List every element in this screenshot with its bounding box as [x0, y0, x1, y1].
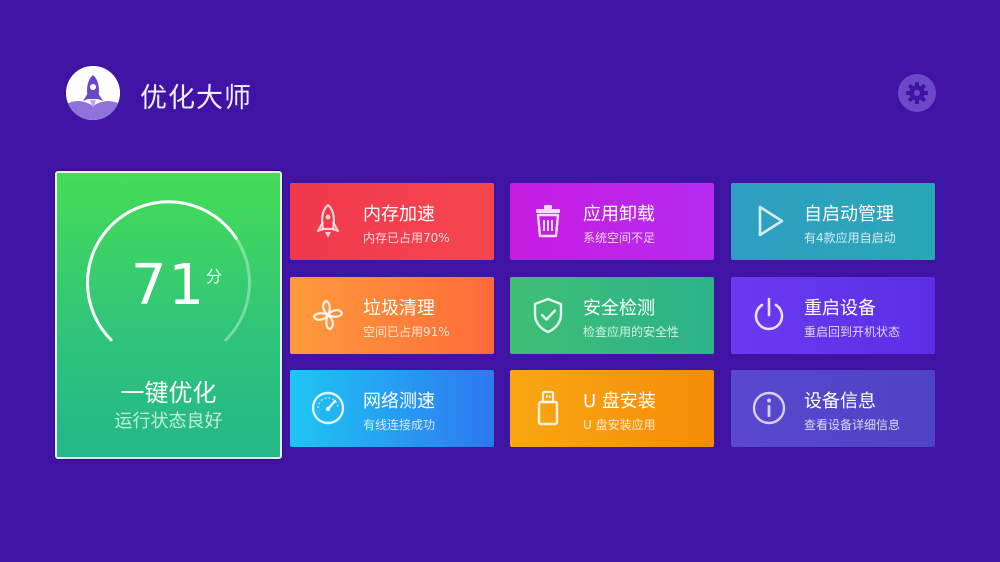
tile-rocket[interactable]: 内存加速内存已占用70%	[290, 183, 494, 260]
tile-fan[interactable]: 垃圾清理空间已占用91%	[290, 277, 494, 354]
tile-title: 自启动管理	[804, 204, 894, 225]
rocket-icon	[66, 66, 120, 120]
tile-usb-drive[interactable]: U 盘安装 U 盘安装应用	[510, 370, 714, 447]
power-icon	[748, 294, 790, 336]
tile-speedometer[interactable]: 网络测速有线连接成功	[290, 370, 494, 447]
tile-play[interactable]: 自启动管理有4款应用自启动	[731, 183, 935, 260]
tile-power[interactable]: 重启设备重启回到开机状态	[731, 277, 935, 354]
tile-title: 设备信息	[804, 391, 876, 412]
usb-drive-icon	[527, 387, 569, 429]
trash-icon	[527, 200, 569, 242]
gear-icon	[906, 82, 928, 104]
optimize-title: 一键优化	[120, 379, 217, 407]
tile-title: 网络测速	[363, 391, 435, 412]
one-click-optimize-card[interactable]: 71 分 一键优化 运行状态良好	[55, 171, 282, 459]
tile-title: 安全检测	[583, 298, 655, 319]
shield-check-icon	[527, 294, 569, 336]
settings-button[interactable]	[898, 74, 936, 112]
tile-subtitle: 内存已占用70%	[363, 231, 450, 245]
tile-subtitle: 查看设备详细信息	[804, 418, 901, 432]
tile-title: 垃圾清理	[363, 298, 435, 319]
score-unit: 分	[206, 267, 223, 286]
tile-subtitle: 有4款应用自启动	[804, 231, 896, 245]
fan-icon	[307, 294, 349, 336]
info-icon	[748, 387, 790, 429]
tile-title: 应用卸载	[583, 204, 655, 225]
tile-trash[interactable]: 应用卸载系统空间不足	[510, 183, 714, 260]
status-subtitle: 运行状态良好	[114, 411, 223, 432]
tile-title: U 盘安装	[583, 391, 656, 412]
tile-subtitle: 空间已占用91%	[363, 325, 450, 339]
rocket-icon	[307, 200, 349, 242]
tile-subtitle: 有线连接成功	[363, 418, 436, 432]
tile-title: 重启设备	[804, 298, 876, 319]
tile-subtitle: 系统空间不足	[583, 231, 656, 245]
play-icon	[748, 200, 790, 242]
app-title: 优化大师	[140, 83, 252, 114]
tile-title: 内存加速	[363, 204, 435, 225]
app-logo	[66, 66, 120, 120]
tile-info[interactable]: 设备信息查看设备详细信息	[731, 370, 935, 447]
tile-subtitle: 重启回到开机状态	[804, 325, 901, 339]
tile-subtitle: U 盘安装应用	[583, 418, 656, 432]
tile-shield-check[interactable]: 安全检测检查应用的安全性	[510, 277, 714, 354]
score-display: 71 分	[57, 253, 280, 318]
tile-subtitle: 检查应用的安全性	[583, 325, 680, 339]
score-value: 71	[130, 253, 207, 318]
speedometer-icon	[307, 387, 349, 429]
